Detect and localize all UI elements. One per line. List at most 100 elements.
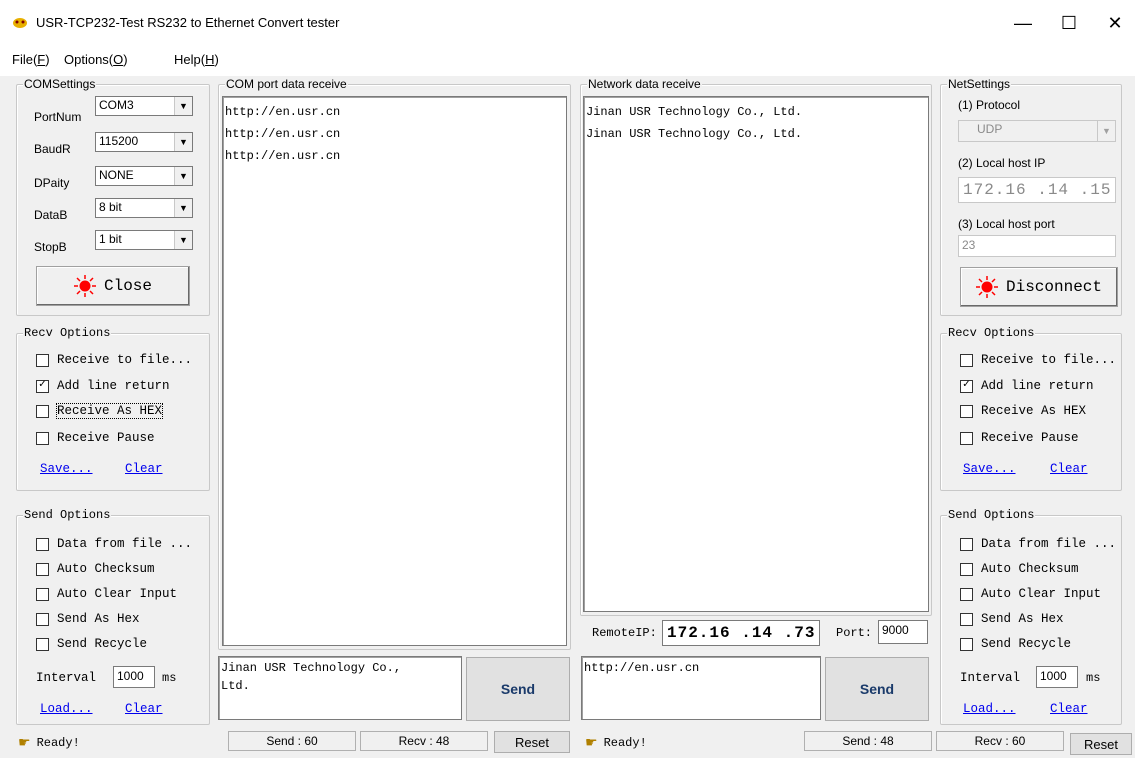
right-send-count: Send : 48 xyxy=(804,731,932,751)
menu-bar xyxy=(0,46,1135,76)
com-receive-pause-checkbox[interactable]: Receive Pause xyxy=(36,431,155,445)
com-send-clear-link[interactable]: Clear xyxy=(125,702,163,716)
right-recv-count: Recv : 60 xyxy=(936,731,1064,751)
led-icon xyxy=(975,276,998,298)
chevron-down-icon: ▼ xyxy=(174,97,192,115)
group-title: COMSettings xyxy=(23,77,97,91)
menu-options[interactable]: Options(O) xyxy=(64,52,128,67)
net-interval-input[interactable]: 1000 xyxy=(1036,666,1078,688)
minimize-button[interactable]: — xyxy=(1000,0,1046,46)
menu-help[interactable]: Help(H) xyxy=(174,52,219,67)
net-send-clear-link[interactable]: Clear xyxy=(1050,702,1088,716)
com-receive-as-hex-checkbox[interactable]: Receive As HEX xyxy=(36,403,164,419)
app-icon xyxy=(13,18,27,28)
remote-port-input[interactable]: 9000 xyxy=(878,620,928,644)
right-reset-button[interactable]: Reset xyxy=(1070,733,1132,755)
remote-ip-label: RemoteIP: xyxy=(592,626,657,640)
net-receive-pause-checkbox[interactable]: Receive Pause xyxy=(960,431,1079,445)
local-ip-input[interactable]: 172.16 .14 .15 xyxy=(958,177,1116,203)
receive-line: http://en.usr.cn xyxy=(225,149,341,163)
net-send-textarea[interactable]: http://en.usr.cn xyxy=(581,656,821,720)
net-add-line-return-checkbox[interactable]: ✓ Add line return xyxy=(960,379,1094,393)
chevron-down-icon: ▼ xyxy=(174,199,192,217)
group-title: Send Options xyxy=(947,508,1036,522)
net-interval-label: Interval xyxy=(960,671,1021,685)
com-send-recycle-checkbox[interactable]: Send Recycle xyxy=(36,637,147,651)
net-receive-to-file-checkbox[interactable]: Receive to file... xyxy=(960,353,1116,367)
left-recv-count: Recv : 48 xyxy=(360,731,488,751)
com-receive-textarea[interactable]: http://en.usr.cn http://en.usr.cn http:/… xyxy=(222,96,567,646)
disconnect-button[interactable]: Disconnect xyxy=(960,267,1118,307)
group-title: Send Options xyxy=(23,508,112,522)
datab-select[interactable]: 8 bit ▼ xyxy=(95,198,193,218)
left-send-count: Send : 60 xyxy=(228,731,356,751)
com-save-link[interactable]: Save... xyxy=(40,462,93,476)
com-send-as-hex-checkbox[interactable]: Send As Hex xyxy=(36,612,140,626)
group-title: Recv Options xyxy=(23,326,112,340)
net-recv-clear-link[interactable]: Clear xyxy=(1050,462,1088,476)
remote-port-label: Port: xyxy=(836,626,873,640)
net-receive-as-hex-checkbox[interactable]: Receive As HEX xyxy=(960,404,1086,418)
net-save-link[interactable]: Save... xyxy=(963,462,1016,476)
chevron-down-icon: ▼ xyxy=(174,133,192,151)
remote-ip-input[interactable]: 172.16 .14 .73 xyxy=(662,620,820,646)
hand-icon: ☛ xyxy=(18,734,31,750)
checkmark-icon: ✓ xyxy=(960,379,973,393)
net-auto-checksum-checkbox[interactable]: Auto Checksum xyxy=(960,562,1079,576)
receive-line: Jinan USR Technology Co., Ltd. xyxy=(586,105,803,119)
portnum-select[interactable]: COM3 ▼ xyxy=(95,96,193,116)
com-interval-input[interactable]: 1000 xyxy=(113,666,155,688)
left-reset-button[interactable]: Reset xyxy=(494,731,570,753)
minimize-icon: — xyxy=(1014,12,1032,33)
com-data-from-file-checkbox[interactable]: Data from file ... xyxy=(36,537,192,551)
com-send-button[interactable]: Send xyxy=(466,657,570,721)
net-receive-textarea[interactable]: Jinan USR Technology Co., Ltd. Jinan USR… xyxy=(583,96,929,612)
left-status: ☛ Ready! xyxy=(18,734,80,751)
net-interval-unit: ms xyxy=(1086,671,1101,685)
com-close-button[interactable]: Close xyxy=(36,266,190,306)
baud-label: BaudR xyxy=(34,142,71,156)
net-send-button[interactable]: Send xyxy=(825,657,929,721)
receive-line: http://en.usr.cn xyxy=(225,127,341,141)
close-window-button[interactable]: ✕ xyxy=(1092,0,1135,46)
com-add-line-return-checkbox[interactable]: ✓ Add line return xyxy=(36,379,170,393)
com-send-textarea[interactable]: Jinan USR Technology Co., Ltd. xyxy=(218,656,462,720)
net-send-as-hex-checkbox[interactable]: Send As Hex xyxy=(960,612,1064,626)
parity-select[interactable]: NONE ▼ xyxy=(95,166,193,186)
com-interval-unit: ms xyxy=(162,671,177,685)
local-port-input[interactable]: 23 xyxy=(958,235,1116,257)
com-receive-to-file-checkbox[interactable]: Receive to file... xyxy=(36,353,192,367)
baud-select[interactable]: 115200 ▼ xyxy=(95,132,193,152)
group-title: COM port data receive xyxy=(225,77,348,91)
datab-label: DataB xyxy=(34,208,68,222)
net-data-from-file-checkbox[interactable]: Data from file ... xyxy=(960,537,1116,551)
com-recv-clear-link[interactable]: Clear xyxy=(125,462,163,476)
menu-file[interactable]: File(F) xyxy=(12,52,50,67)
group-title: Network data receive xyxy=(587,77,702,91)
net-send-recycle-checkbox[interactable]: Send Recycle xyxy=(960,637,1071,651)
right-ready-text: Ready! xyxy=(603,735,647,750)
net-auto-clear-input-checkbox[interactable]: Auto Clear Input xyxy=(960,587,1101,601)
stopb-select[interactable]: 1 bit ▼ xyxy=(95,230,193,250)
net-load-link[interactable]: Load... xyxy=(963,702,1016,716)
local-port-label: (3) Local host port xyxy=(958,217,1055,231)
receive-line: http://en.usr.cn xyxy=(225,105,341,119)
local-ip-label: (2) Local host IP xyxy=(958,156,1046,170)
portnum-label: PortNum xyxy=(34,110,82,124)
stopb-label: StopB xyxy=(34,240,67,254)
com-auto-clear-input-checkbox[interactable]: Auto Clear Input xyxy=(36,587,177,601)
group-title: NetSettings xyxy=(947,77,1012,91)
com-interval-label: Interval xyxy=(36,671,97,685)
com-load-link[interactable]: Load... xyxy=(40,702,93,716)
protocol-label: (1) Protocol xyxy=(958,98,1021,112)
com-auto-checksum-checkbox[interactable]: Auto Checksum xyxy=(36,562,155,576)
maximize-icon: ☐ xyxy=(1060,12,1078,33)
right-status: ☛ Ready! xyxy=(585,734,647,751)
close-icon: ✕ xyxy=(1107,12,1123,33)
chevron-down-icon: ▼ xyxy=(1097,121,1115,141)
receive-line: Jinan USR Technology Co., Ltd. xyxy=(586,127,803,141)
group-title: Recv Options xyxy=(947,326,1036,340)
parity-label: DPaity xyxy=(34,176,70,190)
maximize-button[interactable]: ☐ xyxy=(1046,0,1092,46)
protocol-select[interactable]: UDP ▼ xyxy=(958,120,1116,142)
